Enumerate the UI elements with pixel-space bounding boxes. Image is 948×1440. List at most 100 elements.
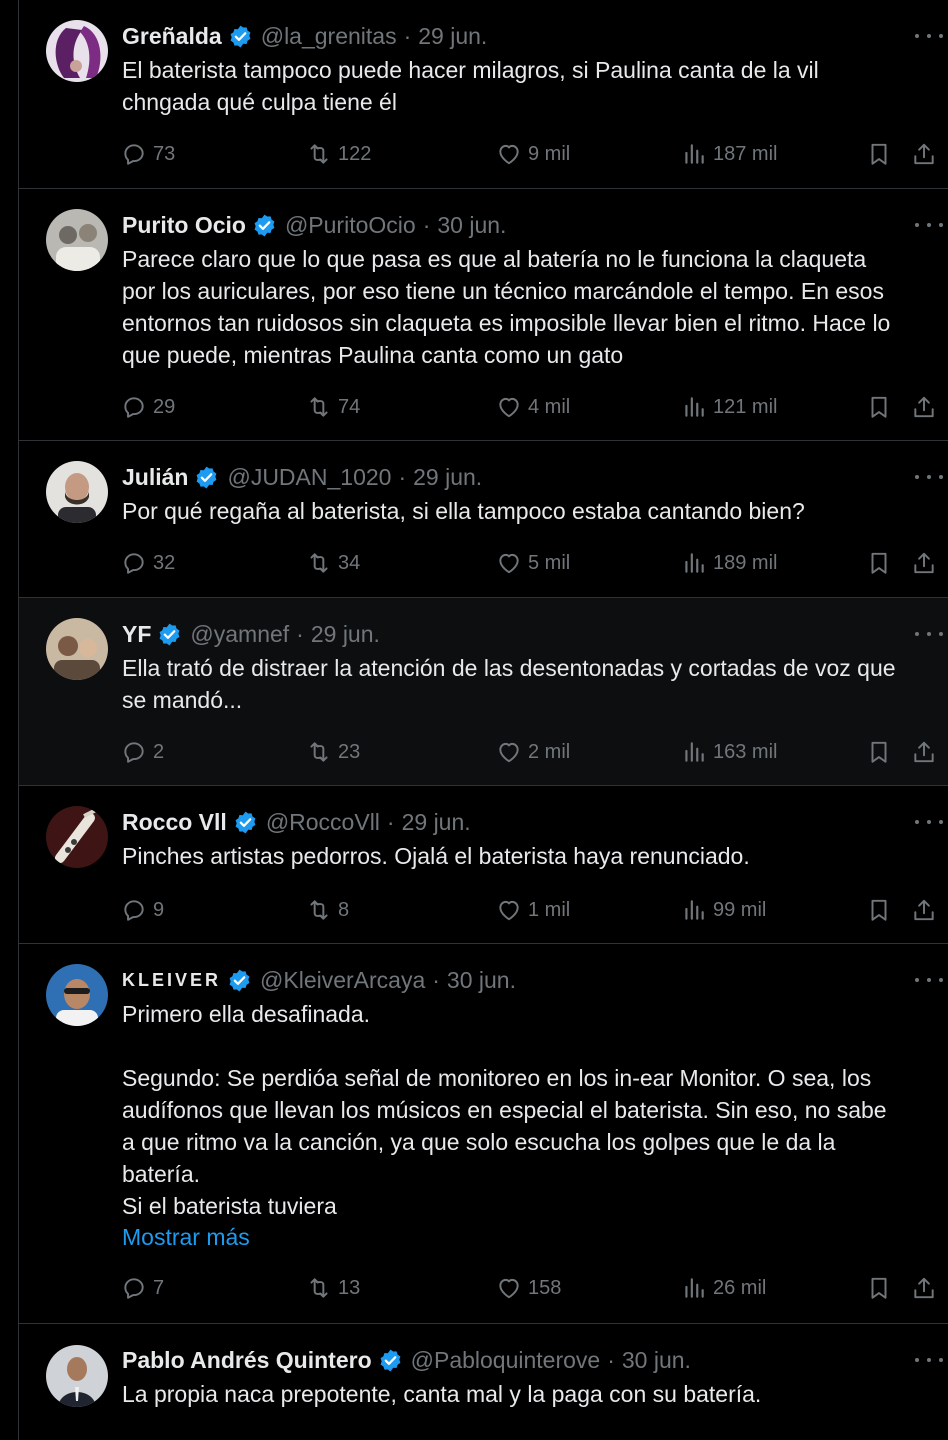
bookmark-button[interactable] <box>866 138 892 170</box>
tweet-date[interactable]: 30 jun. <box>447 967 516 994</box>
author-name[interactable]: Julián <box>122 464 188 491</box>
share-button[interactable] <box>911 736 937 768</box>
share-button[interactable] <box>911 391 937 423</box>
like-button[interactable]: 1 mil <box>496 894 570 926</box>
bookmark-button[interactable] <box>866 547 892 579</box>
reply-button[interactable]: 9 <box>121 894 164 926</box>
retweet-count: 74 <box>338 395 361 418</box>
reply-button[interactable]: 32 <box>121 547 175 579</box>
show-more-link[interactable]: Mostrar más <box>122 1221 250 1253</box>
bookmark-icon <box>871 899 887 921</box>
tweet-date[interactable]: 30 jun. <box>622 1347 691 1374</box>
views-count: 189 mil <box>713 551 778 574</box>
like-button[interactable]: 158 <box>496 1272 561 1304</box>
retweet-count: 13 <box>338 1276 361 1299</box>
retweet-button[interactable]: 23 <box>306 736 360 768</box>
more-icon[interactable] <box>915 974 943 986</box>
author-name[interactable]: Rocco Vll <box>122 809 227 836</box>
author-handle[interactable]: @RoccoVll <box>266 809 380 836</box>
more-icon[interactable] <box>915 219 943 231</box>
like-button[interactable]: 9 mil <box>496 138 570 170</box>
avatar[interactable] <box>46 1345 108 1407</box>
tweet[interactable]: Rocco Vll @RoccoVll · 29 jun. Pinches ar… <box>19 786 948 944</box>
tweet-date[interactable]: 29 jun. <box>413 464 482 491</box>
bookmark-button[interactable] <box>866 736 892 768</box>
author-handle[interactable]: @KleiverArcaya <box>260 967 425 994</box>
avatar[interactable] <box>46 209 108 271</box>
reply-button[interactable]: 73 <box>121 138 175 170</box>
author-name[interactable]: YF <box>122 621 151 648</box>
author-name[interactable]: Greñalda <box>122 23 222 50</box>
tweet[interactable]: Greñalda @la_grenitas · 29 jun. El bater… <box>19 0 948 189</box>
retweet-button[interactable]: 8 <box>306 894 349 926</box>
share-button[interactable] <box>911 547 937 579</box>
retweet-button[interactable]: 13 <box>306 1272 360 1304</box>
retweet-button[interactable]: 74 <box>306 391 360 423</box>
like-button[interactable]: 4 mil <box>496 391 570 423</box>
author-handle[interactable]: @JUDAN_1020 <box>227 464 391 491</box>
views-button[interactable]: 99 mil <box>681 894 766 926</box>
tweet-date[interactable]: 29 jun. <box>402 809 471 836</box>
verified-badge-icon <box>233 810 258 835</box>
verified-badge-icon <box>227 968 252 993</box>
tweet[interactable]: KLEIVER @KleiverArcaya · 30 jun. Primero… <box>19 944 948 1324</box>
tweet-actions: 73 122 9 mil 187 mil <box>121 138 947 170</box>
reply-button[interactable]: 2 <box>121 736 164 768</box>
reply-button[interactable]: 29 <box>121 391 175 423</box>
author-name[interactable]: KLEIVER <box>122 970 221 991</box>
more-icon[interactable] <box>915 628 943 640</box>
author-handle[interactable]: @PuritoOcio <box>285 212 416 239</box>
reply-icon <box>124 144 144 165</box>
tweet[interactable]: YF @yamnef · 29 jun. Ella trató de distr… <box>19 598 948 786</box>
reply-count: 2 <box>153 740 165 763</box>
tweet[interactable]: Pablo Andrés Quintero @Pabloquinterove ·… <box>19 1324 948 1440</box>
views-button[interactable]: 163 mil <box>681 736 777 768</box>
views-button[interactable]: 187 mil <box>681 138 777 170</box>
avatar[interactable] <box>46 20 108 82</box>
tweet[interactable]: Julián @JUDAN_1020 · 29 jun. Por qué reg… <box>19 441 948 598</box>
share-button[interactable] <box>911 138 937 170</box>
avatar[interactable] <box>46 618 108 680</box>
retweet-icon <box>310 900 328 920</box>
views-button[interactable]: 26 mil <box>681 1272 766 1304</box>
author-name[interactable]: Purito Ocio <box>122 212 246 239</box>
views-icon <box>685 1278 704 1298</box>
like-button[interactable]: 5 mil <box>496 547 570 579</box>
author-name[interactable]: Pablo Andrés Quintero <box>122 1347 372 1374</box>
bookmark-button[interactable] <box>866 894 892 926</box>
author-handle[interactable]: @Pabloquinterove <box>411 1347 601 1374</box>
bookmark-icon <box>871 1277 887 1299</box>
like-button[interactable]: 2 mil <box>496 736 570 768</box>
heart-icon <box>499 900 519 921</box>
author-handle[interactable]: @yamnef <box>190 621 289 648</box>
heart-icon <box>499 742 519 763</box>
bookmark-button[interactable] <box>866 1272 892 1304</box>
views-count: 26 mil <box>713 1276 767 1299</box>
tweet-header: Julián @JUDAN_1020 · 29 jun. <box>122 460 482 494</box>
views-button[interactable]: 189 mil <box>681 547 777 579</box>
author-handle[interactable]: @la_grenitas <box>261 23 397 50</box>
avatar[interactable] <box>46 806 108 868</box>
avatar[interactable] <box>46 964 108 1026</box>
tweet-date[interactable]: 29 jun. <box>418 23 487 50</box>
avatar[interactable] <box>46 461 108 523</box>
retweet-icon <box>310 144 328 164</box>
tweet-text: Parece claro que lo que pasa es que al b… <box>122 246 891 368</box>
tweet-date[interactable]: 29 jun. <box>311 621 380 648</box>
views-button[interactable]: 121 mil <box>681 391 777 423</box>
more-icon[interactable] <box>915 471 943 483</box>
more-icon[interactable] <box>915 30 943 42</box>
more-icon[interactable] <box>915 1354 943 1366</box>
tweet[interactable]: Purito Ocio @PuritoOcio · 30 jun. Parece… <box>19 189 948 441</box>
bookmark-button[interactable] <box>866 391 892 423</box>
reply-button[interactable]: 7 <box>121 1272 164 1304</box>
retweet-button[interactable]: 34 <box>306 547 360 579</box>
separator-dot: · <box>398 463 407 490</box>
share-button[interactable] <box>911 894 937 926</box>
tweet-date[interactable]: 30 jun. <box>437 212 506 239</box>
tweet-header: YF @yamnef · 29 jun. <box>122 617 380 651</box>
retweet-button[interactable]: 122 <box>306 138 371 170</box>
share-icon <box>914 396 934 418</box>
share-button[interactable] <box>911 1272 937 1304</box>
more-icon[interactable] <box>915 816 943 828</box>
